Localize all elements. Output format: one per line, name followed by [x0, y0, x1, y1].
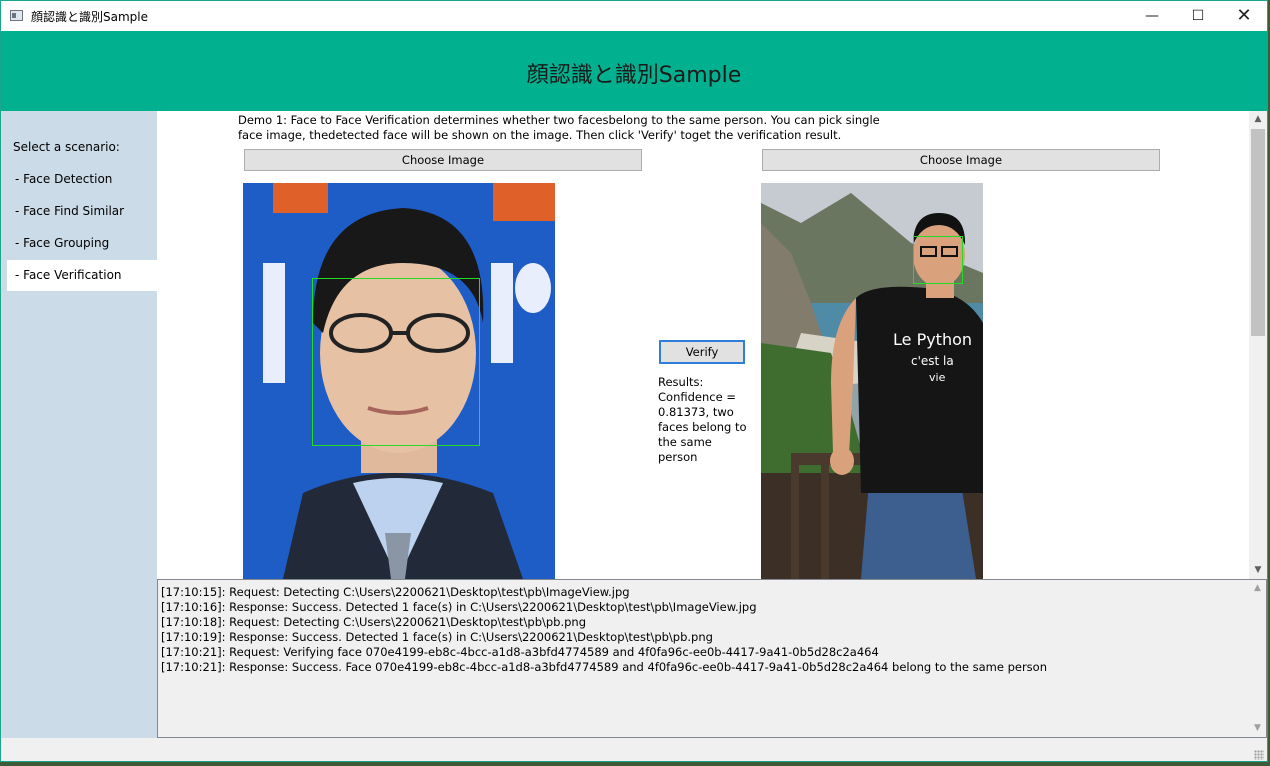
resize-grip-icon[interactable] — [1254, 750, 1264, 760]
scroll-thumb[interactable] — [1251, 129, 1265, 336]
log-lines: [17:10:15]: Request: Detecting C:\Users\… — [161, 585, 1047, 675]
app-icon — [10, 10, 23, 21]
choose-image-left-button[interactable]: Choose Image — [244, 149, 642, 171]
shirt-text-line-1: Le Python — [893, 330, 972, 349]
sidebar: Select a scenario: - Face Detection - Fa… — [1, 111, 157, 738]
log-line: [17:10:15]: Request: Detecting C:\Users\… — [161, 585, 630, 599]
log-line: [17:10:18]: Request: Detecting C:\Users\… — [161, 615, 587, 629]
verify-button[interactable]: Verify — [659, 340, 745, 364]
right-face-rectangle — [913, 236, 963, 284]
log-panel[interactable]: [17:10:15]: Request: Detecting C:\Users\… — [157, 579, 1267, 738]
title-bar[interactable]: 顔認識と識別Sample — ☐ ✕ — [1, 1, 1267, 31]
status-bar — [1, 738, 1267, 761]
log-line: [17:10:21]: Request: Verifying face 070e… — [161, 645, 879, 659]
window-title: 顔認識と識別Sample — [31, 10, 148, 24]
log-line: [17:10:16]: Response: Success. Detected … — [161, 600, 757, 614]
minimize-button[interactable]: — — [1129, 1, 1175, 31]
log-scroll-down-icon[interactable]: ▼ — [1249, 720, 1266, 737]
log-scrollbar[interactable]: ▲ ▼ — [1249, 580, 1266, 737]
scroll-up-arrow-icon[interactable]: ▲ — [1249, 111, 1267, 128]
scroll-down-arrow-icon[interactable]: ▼ — [1249, 562, 1267, 579]
sidebar-item-face-verification[interactable]: - Face Verification — [7, 260, 157, 291]
sidebar-item-face-find-similar[interactable]: - Face Find Similar — [7, 196, 157, 227]
app-header: 顔認識と識別Sample — [1, 31, 1267, 111]
maximize-button[interactable]: ☐ — [1175, 1, 1221, 31]
sidebar-item-face-detection[interactable]: - Face Detection — [7, 164, 157, 195]
scenario-description: Demo 1: Face to Face Verification determ… — [238, 113, 880, 142]
shirt-text-line-2: c'est la — [911, 354, 954, 368]
left-face-rectangle — [312, 278, 480, 446]
sidebar-item-face-grouping[interactable]: - Face Grouping — [7, 228, 157, 259]
content-scrollbar[interactable]: ▲ ▼ — [1249, 111, 1267, 579]
main-content: Demo 1: Face to Face Verification determ… — [157, 111, 1267, 579]
log-line: [17:10:19]: Response: Success. Detected … — [161, 630, 713, 644]
shirt-text-line-3: vie — [929, 371, 946, 384]
choose-image-right-button[interactable]: Choose Image — [762, 149, 1160, 171]
log-line: [17:10:21]: Response: Success. Face 070e… — [161, 660, 1047, 674]
header-title: 顔認識と識別Sample — [526, 63, 742, 88]
sidebar-heading: Select a scenario: — [13, 140, 120, 154]
app-window: 顔認識と識別Sample — ☐ ✕ 顔認識と識別Sample Select a… — [0, 0, 1268, 762]
close-button[interactable]: ✕ — [1221, 1, 1267, 31]
verification-results: Results: Confidence = 0.81373, two faces… — [658, 375, 747, 464]
right-face-image: Le Python c'est la vie — [761, 183, 983, 579]
left-face-image — [243, 183, 555, 579]
log-scroll-up-icon[interactable]: ▲ — [1249, 580, 1266, 597]
